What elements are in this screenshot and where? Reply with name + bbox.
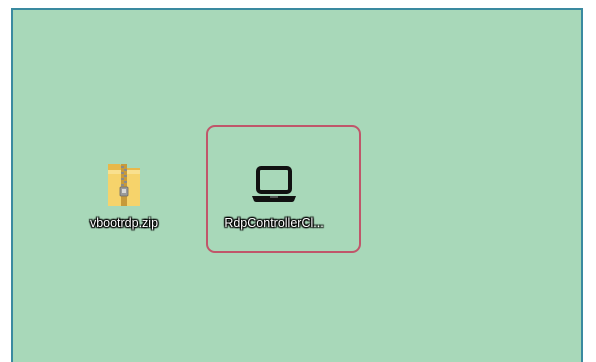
desktop-icon-label: RdpControllerCl... — [224, 216, 324, 230]
desktop-area[interactable]: vbootrdp.zip RdpControllerCl... — [11, 8, 583, 362]
desktop-icon-rdpcontroller[interactable]: RdpControllerCl... — [215, 156, 333, 230]
zip-folder-icon — [100, 156, 148, 212]
desktop-icon-label: vbootrdp.zip — [89, 216, 159, 230]
laptop-icon — [250, 156, 298, 212]
desktop-icon-vbootrdp-zip[interactable]: vbootrdp.zip — [79, 156, 169, 230]
